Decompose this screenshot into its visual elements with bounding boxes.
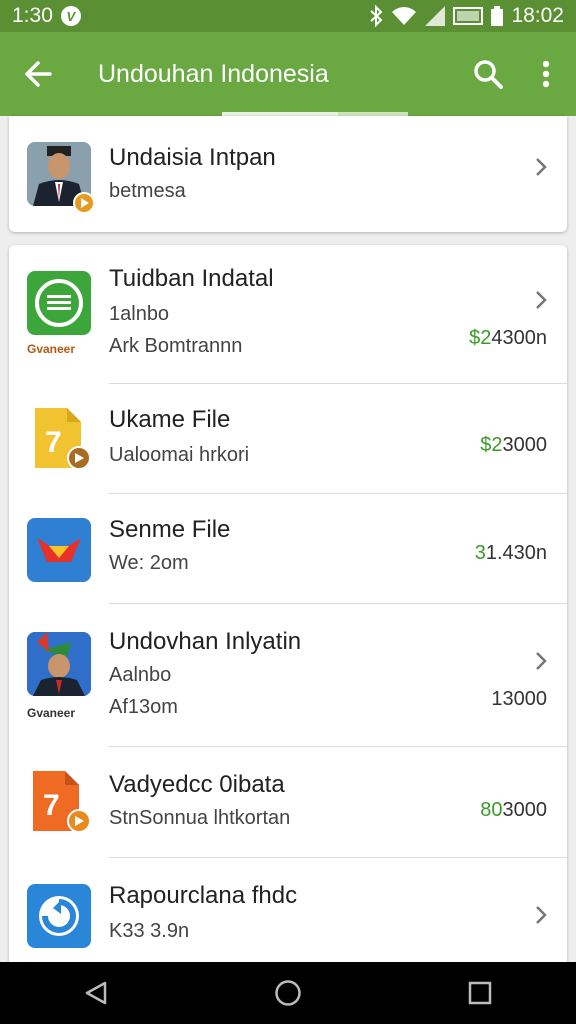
orange-file-icon: 7 (27, 769, 91, 833)
nav-back-button[interactable] (66, 963, 126, 1023)
status-bar: 1:30 V 18:02 (0, 0, 576, 32)
app-line2: Ualoomai hrkori (109, 444, 250, 466)
nav-home-button[interactable] (258, 963, 318, 1023)
sim-icon (453, 7, 484, 25)
list-item[interactable]: Senme File We: 2om 31.430n (9, 494, 567, 604)
app-line2: We: 2om (109, 552, 189, 574)
app-line2: StnSonnua lhtkortan (109, 807, 291, 829)
app-line3: Ark Bomtrannn (109, 335, 243, 357)
featured-title: Undaisia Intpan (109, 144, 276, 171)
app-price: 13000 (491, 688, 547, 710)
app-title: Rapourclana fhdc (109, 882, 298, 909)
portrait-icon (27, 632, 91, 696)
app-title: Senme File (109, 516, 231, 543)
battery-icon (491, 6, 504, 26)
featured-card[interactable]: Undaisia Intpan betmesa (9, 116, 567, 232)
search-icon (474, 60, 503, 89)
back-button[interactable] (0, 32, 76, 116)
notification-icon: V (60, 6, 81, 26)
more-vert-icon (542, 60, 550, 88)
green-list-icon (27, 271, 91, 335)
app-line3: Af13om (109, 696, 178, 718)
featured-row[interactable]: Undaisia Intpan betmesa (9, 116, 567, 232)
nav-recents-button[interactable] (450, 963, 510, 1023)
app-price: 31.430n (474, 542, 547, 564)
app-title: Tuidban Indatal (109, 265, 274, 292)
icon-caption: Gvaneer (27, 706, 76, 720)
app-title: Ukame File (109, 406, 231, 433)
yellow-file-icon: 7 (27, 406, 91, 470)
signal-icon (425, 6, 446, 26)
blue-swirl-icon (27, 884, 91, 948)
search-button[interactable] (460, 32, 516, 116)
icon-caption: Gvaneer (27, 342, 76, 356)
app-price: $24300n (469, 327, 547, 349)
app-line2: Aalnbo (109, 664, 172, 686)
arrow-left-icon (25, 61, 52, 87)
app-price: 803000 (480, 799, 547, 821)
list-item[interactable]: Gvaneer Tuidban Indatal 1alnbo Ark Bomtr… (9, 245, 567, 384)
app-bar: Undouhan Indonesia (0, 32, 576, 116)
chevron-right-icon (536, 158, 547, 176)
red-envelope-icon (27, 518, 91, 582)
play-badge-icon (73, 192, 95, 214)
chevron-right-icon (536, 291, 547, 309)
circle-home-icon (275, 980, 301, 1006)
app-title: Undovhan Inlyatin (109, 628, 302, 655)
app-title: Vadyedcc 0ibata (109, 771, 285, 798)
svg-text:7: 7 (43, 789, 60, 822)
list-item[interactable]: Rapourclana fhdc K33 3.9n (9, 858, 567, 965)
svg-text:7: 7 (45, 426, 62, 459)
app-title: Undouhan Indonesia (98, 59, 329, 88)
list-item[interactable]: 7 Ukame File Ualoomai hrkori $23000 (9, 384, 567, 494)
app-list: Gvaneer Tuidban Indatal 1alnbo Ark Bomtr… (9, 245, 567, 965)
status-time-right: 18:02 (511, 4, 564, 27)
square-recents-icon (468, 981, 492, 1005)
status-time-left: 1:30 (12, 4, 53, 27)
list-item[interactable]: 7 Vadyedcc 0ibata StnSonnua lhtkortan 80… (9, 747, 567, 858)
chevron-right-icon (536, 652, 547, 670)
chevron-right-icon (536, 906, 547, 924)
app-price: $23000 (480, 434, 547, 456)
app-line2: 1alnbo (109, 303, 170, 325)
bluetooth-icon (370, 5, 383, 27)
navigation-bar (0, 962, 576, 1024)
more-options-button[interactable] (516, 32, 576, 116)
featured-subtitle: betmesa (109, 180, 186, 202)
list-item[interactable]: Gvaneer Undovhan Inlyatin Aalnbo Af13om … (9, 604, 567, 747)
triangle-back-icon (85, 981, 107, 1005)
wifi-icon (392, 7, 417, 25)
app-line2: K33 3.9n (109, 920, 190, 942)
